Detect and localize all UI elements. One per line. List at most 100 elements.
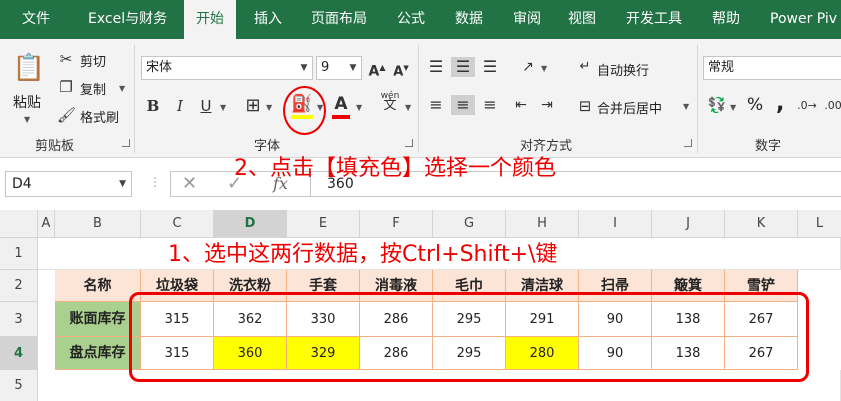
underline-dropdown-icon[interactable]: ▼ [220, 103, 226, 112]
font-name-combo[interactable]: 宋体 ▼ [141, 56, 313, 80]
font-name-value: 宋体 [146, 60, 173, 75]
row-header[interactable]: 3 [0, 302, 38, 337]
tab-power-pivot[interactable]: Power Piv [770, 0, 837, 39]
font-color-dropdown-icon[interactable]: ▼ [356, 103, 362, 112]
font-launcher-icon[interactable] [405, 139, 413, 147]
column-header[interactable]: H [506, 210, 579, 238]
underline-icon[interactable]: U [197, 96, 215, 116]
decrease-font-icon[interactable]: A▼ [391, 58, 411, 82]
italic-icon[interactable]: I [171, 96, 189, 116]
merge-dropdown-icon[interactable]: ▼ [683, 102, 689, 111]
paste-button[interactable]: 粘贴 [13, 92, 41, 112]
tab-file[interactable]: 文件 [22, 0, 50, 39]
tab-insert[interactable]: 插入 [254, 0, 282, 39]
number-format-value: 常规 [708, 60, 735, 75]
chevron-down-icon[interactable]: ▼ [345, 57, 361, 79]
middle-align-icon[interactable]: ☰ [451, 57, 475, 77]
select-all-corner[interactable] [0, 210, 38, 238]
tab-page-layout[interactable]: 页面布局 [311, 0, 367, 39]
column-header[interactable]: E [287, 210, 360, 238]
tab-help[interactable]: 帮助 [712, 0, 740, 39]
column-header[interactable]: B [55, 210, 141, 238]
name-box-value: D4 [12, 176, 32, 192]
clipboard-launcher-icon[interactable] [122, 139, 130, 147]
column-header[interactable]: I [579, 210, 652, 238]
column-header[interactable]: G [433, 210, 506, 238]
number-format-combo[interactable]: 常规 [703, 56, 841, 80]
ribbon: 📋 粘贴 ▼ ✂ 剪切 ❐ 复制 ▼ 🖌 格式刷 剪贴板 宋体 ▼ 9 ▼ A▲… [0, 39, 841, 158]
group-divider [418, 45, 419, 153]
font-color-icon[interactable]: A [332, 94, 350, 114]
decrease-indent-icon[interactable]: ⇤ [511, 95, 531, 115]
tab-home[interactable]: 开始 [184, 0, 236, 39]
row-header[interactable]: 2 [0, 270, 38, 302]
tab-view[interactable]: 视图 [568, 0, 596, 39]
tab-formulas[interactable]: 公式 [397, 0, 425, 39]
font-color-swatch [332, 115, 350, 119]
column-header[interactable]: D [214, 210, 287, 238]
merge-center-icon[interactable]: ⊟ [576, 96, 594, 116]
accounting-format-icon[interactable]: 💱 [706, 95, 728, 115]
align-center-icon[interactable]: ≡ [451, 95, 475, 115]
tab-data[interactable]: 数据 [455, 0, 483, 39]
column-header[interactable]: K [725, 210, 798, 238]
comma-style-button[interactable]: , [776, 91, 784, 116]
cancel-icon[interactable]: ✕ [182, 173, 197, 194]
bottom-align-icon[interactable]: ☰ [479, 57, 501, 77]
borders-icon[interactable]: ⊞ [243, 96, 263, 116]
column-header[interactable]: C [141, 210, 214, 238]
phonetic-guide-icon[interactable]: wén 文 [377, 91, 403, 112]
format-painter-button[interactable]: 格式刷 [80, 107, 119, 126]
name-box[interactable]: D4 ▼ [5, 171, 132, 197]
tab-developer[interactable]: 开发工具 [626, 0, 682, 39]
row-header[interactable]: 5 [0, 370, 38, 401]
cut-icon[interactable]: ✂ [57, 49, 75, 69]
alignment-launcher-icon[interactable] [684, 139, 692, 147]
column-header[interactable]: A [38, 210, 55, 238]
bold-icon[interactable]: B [144, 96, 162, 116]
borders-dropdown-icon[interactable]: ▼ [266, 103, 272, 112]
tab-excel-finance[interactable]: Excel与财务 [88, 0, 167, 39]
copy-dropdown-icon[interactable]: ▼ [119, 84, 125, 93]
accounting-dropdown-icon[interactable]: ▼ [730, 103, 736, 112]
font-size-value: 9 [321, 60, 330, 75]
align-right-icon[interactable]: ≡ [479, 95, 501, 115]
align-left-icon[interactable]: ≡ [425, 95, 447, 115]
chevron-down-icon[interactable]: ▼ [296, 57, 312, 79]
wrap-text-icon[interactable]: ↵ [576, 57, 594, 77]
more-icon: ⋮ [149, 175, 161, 189]
increase-indent-icon[interactable]: ⇥ [537, 95, 557, 115]
percent-style-button[interactable]: % [747, 95, 763, 115]
column-header[interactable]: J [652, 210, 725, 238]
paste-icon[interactable]: 📋 [12, 51, 46, 85]
group-divider [134, 45, 135, 153]
paste-dropdown-icon[interactable]: ▼ [24, 115, 30, 124]
increase-decimal-icon[interactable]: .0→ [796, 96, 818, 116]
merge-center-button[interactable]: 合并后居中 [597, 98, 662, 117]
row-header[interactable]: 1 [0, 238, 38, 270]
table-header-cell[interactable]: 名称 [55, 270, 141, 302]
column-header[interactable]: F [360, 210, 433, 238]
wrap-text-button[interactable]: 自动换行 [597, 60, 649, 79]
column-header[interactable]: L [798, 210, 841, 238]
annotation-step-1: 1、选中这两行数据，按Ctrl+Shift+\键 [168, 242, 558, 267]
selection-highlight-rect [129, 292, 809, 382]
chevron-down-icon[interactable]: ▼ [119, 172, 126, 196]
decrease-decimal-icon[interactable]: .00 [822, 96, 841, 116]
orientation-icon[interactable]: ↗ [517, 57, 539, 77]
copy-button[interactable]: 复制 [80, 79, 106, 98]
phonetic-char: 文 [383, 98, 397, 113]
annotation-step-2: 2、点击【填充色】选择一个颜色 [234, 156, 556, 181]
orientation-dropdown-icon[interactable]: ▼ [541, 64, 547, 73]
tab-review[interactable]: 审阅 [513, 0, 541, 39]
row-header[interactable]: 4 [0, 337, 38, 370]
number-group-label: 数字 [755, 139, 782, 154]
top-align-icon[interactable]: ☰ [425, 57, 447, 77]
font-size-combo[interactable]: 9 ▼ [316, 56, 362, 80]
increase-font-icon[interactable]: A▲ [367, 58, 387, 82]
phonetic-dropdown-icon[interactable]: ▼ [405, 103, 411, 112]
ribbon-tab-bar: 文件 Excel与财务 开始 插入 页面布局 公式 数据 审阅 视图 开发工具 … [0, 0, 841, 39]
format-painter-icon[interactable]: 🖌 [57, 105, 76, 125]
cut-button[interactable]: 剪切 [80, 51, 106, 70]
copy-icon[interactable]: ❐ [57, 77, 75, 97]
